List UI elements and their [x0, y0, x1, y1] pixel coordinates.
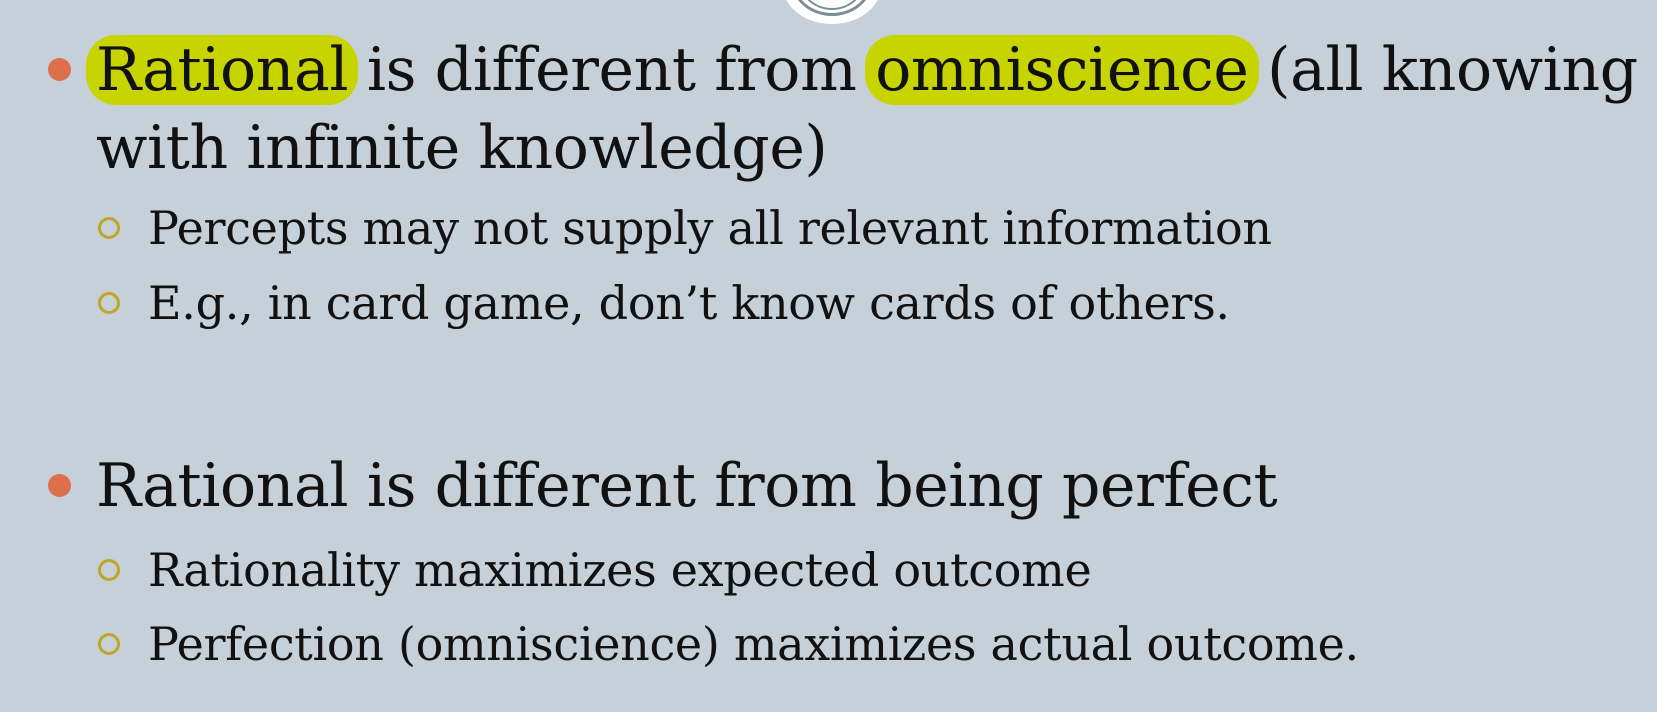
sub-bullet-text: Percepts may not supply all relevant inf… [148, 201, 1272, 255]
text-segment: is different from [348, 35, 876, 105]
sub-bullet-text: Perfection (omniscience) maximizes actua… [148, 617, 1359, 671]
filled-circle-bullet-icon [48, 474, 71, 497]
circle-ring-ornament-icon [782, 0, 882, 24]
slide: Rational is different from omniscience (… [0, 0, 1657, 712]
sub-bullet-rationality: Rationality maximizes expected outcome [98, 535, 1598, 605]
bullet-line-2: with infinite knowledge) [96, 113, 828, 183]
sub-bullet-text: Rationality maximizes expected outcome [148, 543, 1092, 597]
sub-bullet-perfection: Perfection (omniscience) maximizes actua… [98, 609, 1598, 679]
hollow-circle-bullet-icon [98, 292, 120, 314]
filled-circle-bullet-icon [48, 58, 71, 81]
highlighted-term-omniscience: omniscience [865, 35, 1259, 105]
sub-bullet-percepts: Percepts may not supply all relevant inf… [98, 193, 1598, 263]
text-segment: (all knowing [1248, 35, 1638, 105]
hollow-circle-bullet-icon [98, 559, 120, 581]
bullet-line-1: Rational is different from being perfect [96, 451, 1278, 521]
bullet-text: Rational is different from being perfect [96, 447, 1616, 525]
bullet-line-1: Rational is different from omniscience (… [86, 31, 1638, 109]
sub-bullet-card-game: E.g., in card game, don’t know cards of … [98, 268, 1598, 338]
bullet-text: Rational is different from omniscience (… [86, 31, 1638, 187]
highlighted-term-rational: Rational [86, 35, 359, 105]
hollow-circle-bullet-icon [98, 633, 120, 655]
sub-bullet-text: E.g., in card game, don’t know cards of … [148, 276, 1230, 330]
hollow-circle-bullet-icon [98, 217, 120, 239]
